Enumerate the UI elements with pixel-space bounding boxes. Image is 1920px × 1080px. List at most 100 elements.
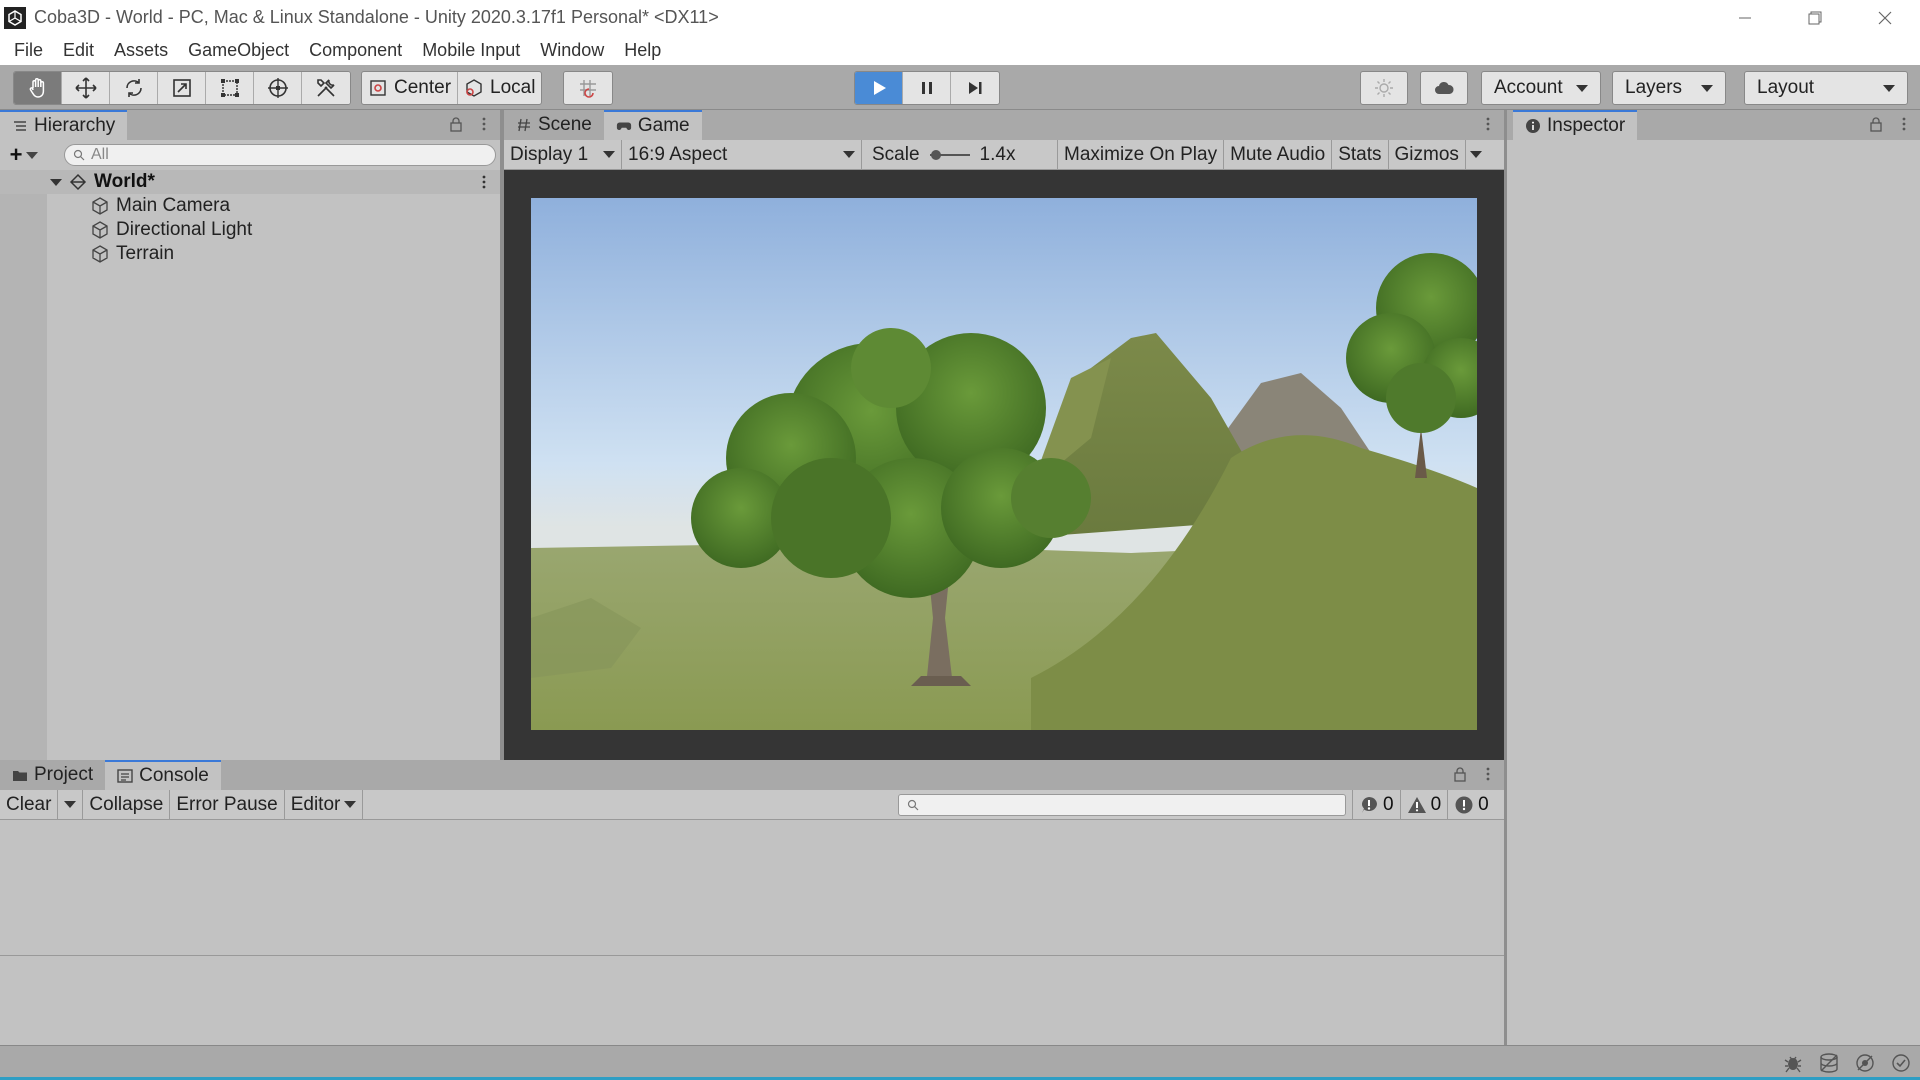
error-count-toggle[interactable]: 0 [1447, 789, 1495, 820]
hierarchy-toolbar: + All [0, 140, 500, 170]
unity-scene-icon [69, 173, 87, 191]
aspect-dropdown[interactable]: 16:9 Aspect [622, 139, 862, 170]
gamepad-icon [616, 122, 631, 130]
collapse-toggle[interactable]: Collapse [83, 789, 171, 820]
more-options-icon[interactable] [1480, 116, 1496, 132]
console-detail-divider[interactable] [0, 955, 1504, 956]
scale-slider[interactable]: Scale 1.4x [862, 139, 1058, 170]
menu-edit[interactable]: Edit [53, 35, 104, 65]
menu-window[interactable]: Window [530, 35, 614, 65]
tab-scene[interactable]: Scene [504, 110, 604, 140]
chevron-down-icon [1701, 84, 1713, 92]
tab-project[interactable]: Project [0, 760, 105, 790]
rotate-tool-button[interactable] [110, 72, 158, 104]
account-label: Account [1494, 77, 1563, 98]
bug-icon[interactable] [1782, 1052, 1804, 1074]
transform-tool-button[interactable] [254, 72, 302, 104]
step-button[interactable] [951, 72, 999, 104]
hierarchy-item[interactable]: Terrain [90, 242, 174, 266]
expand-arrow-icon[interactable] [50, 178, 62, 186]
more-options-icon[interactable] [476, 174, 492, 190]
stats-toggle[interactable]: Stats [1332, 139, 1389, 170]
hand-tool-button[interactable] [14, 72, 62, 104]
layers-dropdown[interactable]: Layers [1612, 71, 1726, 105]
menu-file[interactable]: File [4, 35, 53, 65]
move-tool-button[interactable] [62, 72, 110, 104]
auto-generate-lighting-icon[interactable] [1854, 1052, 1876, 1074]
hierarchy-item[interactable]: Directional Light [90, 218, 252, 242]
restore-button[interactable] [1780, 0, 1850, 35]
menu-component[interactable]: Component [299, 35, 412, 65]
clear-button[interactable]: Clear [0, 789, 59, 820]
stats-label: Stats [1338, 143, 1382, 165]
gizmos-dropdown[interactable] [1466, 140, 1486, 170]
chevron-down-icon [843, 151, 855, 158]
error-pause-toggle[interactable]: Error Pause [170, 789, 285, 820]
tab-hierarchy[interactable]: Hierarchy [0, 110, 128, 140]
editor-dropdown[interactable]: Editor [285, 789, 364, 820]
layout-dropdown[interactable]: Layout [1744, 71, 1908, 105]
pivot-rotation-button[interactable]: Local [458, 72, 541, 104]
grid-snap-group [563, 71, 613, 105]
mute-audio-toggle[interactable]: Mute Audio [1224, 139, 1333, 170]
warning-count-toggle[interactable]: 0 [1399, 789, 1448, 820]
scale-icon [172, 79, 191, 97]
scale-tool-button[interactable] [158, 72, 206, 104]
tab-console[interactable]: Console [105, 760, 221, 790]
custom-tool-button[interactable] [302, 72, 350, 104]
display-dropdown[interactable]: Display 1 [504, 139, 622, 170]
account-dropdown[interactable]: Account [1481, 71, 1601, 105]
game-tab-label: Game [637, 115, 690, 136]
play-button[interactable] [855, 72, 903, 104]
game-viewport[interactable] [504, 170, 1504, 760]
tab-game[interactable]: Game [603, 110, 702, 140]
game-scene-image [531, 198, 1477, 730]
hierarchy-search-input[interactable]: All [64, 144, 496, 166]
create-button[interactable]: + [0, 142, 48, 168]
pause-button[interactable] [903, 72, 951, 104]
pivot-mode-button[interactable]: Center [362, 72, 459, 104]
menu-assets[interactable]: Assets [104, 35, 178, 65]
step-icon [969, 82, 982, 94]
game-render [531, 198, 1477, 730]
gizmos-toggle[interactable]: Gizmos [1389, 139, 1466, 170]
inspector-body [1507, 140, 1920, 1045]
console-search-input[interactable] [898, 793, 1346, 816]
log-count-toggle[interactable]: 0 [1352, 789, 1400, 820]
progress-check-icon[interactable] [1890, 1052, 1912, 1074]
cloud-button[interactable] [1420, 71, 1468, 105]
chevron-down-icon [64, 801, 77, 808]
console-counts: 0 0 0 [1352, 789, 1495, 820]
lock-icon[interactable] [1868, 116, 1884, 132]
close-button[interactable] [1850, 0, 1920, 35]
more-options-icon[interactable] [1480, 766, 1496, 782]
rect-tool-button[interactable] [206, 72, 254, 104]
scene-name: World* [94, 171, 155, 192]
gameobject-cube-icon [92, 221, 108, 239]
menu-gameobject[interactable]: GameObject [178, 35, 299, 65]
lock-icon[interactable] [1452, 766, 1468, 782]
minimize-button[interactable] [1710, 0, 1780, 35]
grid-snap-button[interactable] [564, 72, 612, 104]
hierarchy-item[interactable]: Main Camera [90, 194, 230, 218]
more-options-icon[interactable] [1896, 116, 1912, 132]
slider-track[interactable] [929, 148, 970, 162]
hierarchy-item-label: Directional Light [116, 219, 253, 240]
layers-label: Layers [1625, 77, 1683, 98]
more-options-icon[interactable] [476, 116, 492, 132]
minimize-icon [1739, 17, 1751, 18]
clear-options-dropdown[interactable] [58, 789, 84, 820]
lock-icon[interactable] [448, 116, 464, 132]
menu-mobile-input[interactable]: Mobile Input [412, 35, 530, 65]
tab-inspector[interactable]: Inspector [1513, 110, 1638, 140]
move-icon [74, 77, 97, 99]
unity-logo-icon [4, 6, 26, 29]
pivot-rotation-label: Local [490, 77, 536, 98]
maximize-on-play-toggle[interactable]: Maximize On Play [1058, 139, 1225, 170]
scene-row[interactable]: World* [0, 170, 500, 194]
cache-server-icon[interactable] [1818, 1052, 1840, 1074]
light-button[interactable] [1360, 71, 1408, 105]
scene-tab-label: Scene [538, 114, 592, 135]
menu-help[interactable]: Help [614, 35, 671, 65]
rotate-icon [125, 79, 142, 97]
